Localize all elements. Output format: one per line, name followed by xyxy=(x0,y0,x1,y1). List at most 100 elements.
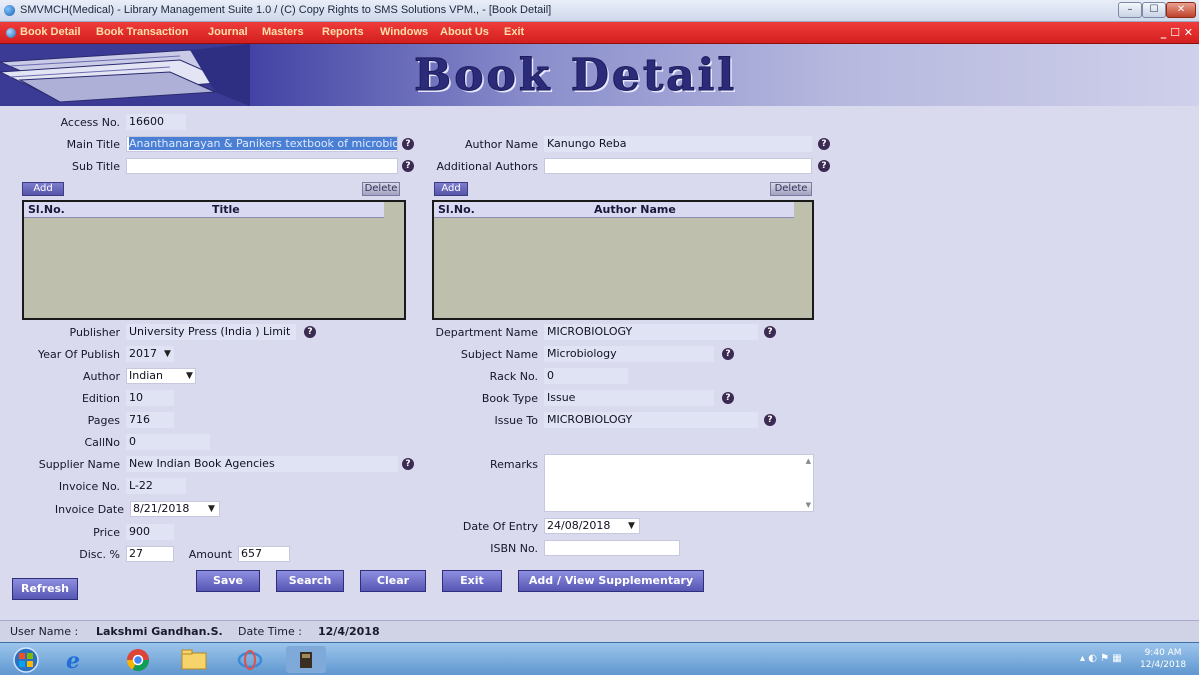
additional-authors-label: Additional Authors xyxy=(436,160,538,173)
window-title-bar: SMVMCH(Medical) - Library Management Sui… xyxy=(0,0,1199,22)
remarks-textarea[interactable]: ▲ ▼ xyxy=(544,454,814,512)
access-no-field[interactable]: 16600 xyxy=(126,114,186,130)
start-button-icon[interactable] xyxy=(6,646,46,673)
scroll-down-icon[interactable]: ▼ xyxy=(806,501,811,509)
refresh-button[interactable]: Refresh xyxy=(12,578,78,600)
date-of-entry-label: Date Of Entry xyxy=(462,520,538,533)
edition-label: Edition xyxy=(81,392,120,405)
network-app-icon[interactable] xyxy=(230,646,270,673)
amount-field[interactable]: 657 xyxy=(238,546,290,562)
invoice-date-picker[interactable]: 8/21/2018 xyxy=(130,501,220,517)
tray-clock[interactable]: 9:40 AM 12/4/2018 xyxy=(1140,647,1186,671)
system-tray-icons[interactable]: ▴ ◐ ⚑ ▦ xyxy=(1080,653,1122,664)
issue-to-help-icon[interactable]: ? xyxy=(764,414,776,426)
supplier-name-field[interactable]: New Indian Book Agencies xyxy=(126,456,398,472)
title-delete-button[interactable]: Delete xyxy=(362,182,400,196)
menu-book-detail[interactable]: Book Detail xyxy=(20,26,81,38)
call-no-field[interactable]: 0 xyxy=(126,434,210,450)
search-button[interactable]: Search xyxy=(276,570,344,592)
main-title-label: Main Title xyxy=(66,138,120,151)
rack-no-label: Rack No. xyxy=(489,370,538,383)
title-grid[interactable]: Sl.No. Title xyxy=(22,200,406,320)
disc-field[interactable]: 27 xyxy=(126,546,174,562)
title-grid-header: Sl.No. Title xyxy=(24,202,384,218)
menu-journal[interactable]: Journal xyxy=(208,26,248,38)
author-add-button[interactable]: Add xyxy=(434,182,468,196)
internet-explorer-icon[interactable]: e xyxy=(54,646,94,673)
year-of-publish-label: Year Of Publish xyxy=(37,348,120,361)
menu-windows[interactable]: Windows xyxy=(380,26,428,38)
isbn-no-label: ISBN No. xyxy=(490,542,538,555)
supplier-name-label: Supplier Name xyxy=(38,458,120,471)
department-name-label: Department Name xyxy=(435,326,538,339)
mdi-window-controls[interactable]: _ ☐ ✕ xyxy=(1161,26,1193,39)
sub-title-label: Sub Title xyxy=(71,160,120,173)
supplier-name-help-icon[interactable]: ? xyxy=(402,458,414,470)
date-time-value: 12/4/2018 xyxy=(318,625,380,638)
amount-label: Amount xyxy=(188,548,232,561)
menu-book-transaction[interactable]: Book Transaction xyxy=(96,26,188,38)
author-name-help-icon[interactable]: ? xyxy=(818,138,830,150)
issue-to-field[interactable]: MICROBIOLOGY xyxy=(544,412,758,428)
add-view-supplementary-button[interactable]: Add / View Supplementary xyxy=(518,570,704,592)
author-delete-button[interactable]: Delete xyxy=(770,182,812,196)
author-grid[interactable]: Sl.No. Author Name xyxy=(432,200,814,320)
rack-no-field[interactable]: 0 xyxy=(544,368,628,384)
close-button[interactable]: ✕ xyxy=(1166,2,1196,18)
chevron-down-icon[interactable]: ▼ xyxy=(186,371,193,381)
maximize-button[interactable]: ☐ xyxy=(1142,2,1166,18)
remarks-label: Remarks xyxy=(490,458,538,471)
author-grid-col-slno: Sl.No. xyxy=(438,203,475,216)
book-type-label: Book Type xyxy=(481,392,538,405)
invoice-no-field[interactable]: L-22 xyxy=(126,478,186,494)
subject-help-icon[interactable]: ? xyxy=(722,348,734,360)
publisher-label: Publisher xyxy=(69,326,121,339)
title-add-button[interactable]: Add xyxy=(22,182,64,196)
publisher-help-icon[interactable]: ? xyxy=(304,326,316,338)
access-no-label: Access No. xyxy=(60,116,120,129)
book-type-help-icon[interactable]: ? xyxy=(722,392,734,404)
save-button[interactable]: Save xyxy=(196,570,260,592)
clear-button[interactable]: Clear xyxy=(360,570,426,592)
chevron-down-icon[interactable]: ▼ xyxy=(164,349,171,359)
additional-authors-help-icon[interactable]: ? xyxy=(818,160,830,172)
sub-title-help-icon[interactable]: ? xyxy=(402,160,414,172)
user-name-label: User Name : xyxy=(10,625,79,638)
menu-masters[interactable]: Masters xyxy=(262,26,304,38)
window-title: SMVMCH(Medical) - Library Management Sui… xyxy=(20,4,552,16)
book-type-field[interactable]: Issue xyxy=(544,390,714,406)
book-detail-form: Access No. 16600 Main Title Ananthanaray… xyxy=(0,106,1199,620)
department-help-icon[interactable]: ? xyxy=(764,326,776,338)
department-name-field[interactable]: MICROBIOLOGY xyxy=(544,324,758,340)
edition-field[interactable]: 10 xyxy=(126,390,174,406)
menu-exit[interactable]: Exit xyxy=(504,26,524,38)
main-title-field[interactable]: Ananthanarayan & Panikers textbook of mi… xyxy=(126,136,398,152)
menu-reports[interactable]: Reports xyxy=(322,26,364,38)
main-title-help-icon[interactable]: ? xyxy=(402,138,414,150)
isbn-no-field[interactable] xyxy=(544,540,680,556)
file-explorer-icon[interactable] xyxy=(174,646,214,673)
author-grid-header: Sl.No. Author Name xyxy=(434,202,794,218)
exit-button[interactable]: Exit xyxy=(442,570,502,592)
scroll-up-icon[interactable]: ▲ xyxy=(806,457,811,465)
chevron-down-icon[interactable]: ▼ xyxy=(628,521,635,531)
subject-name-field[interactable]: Microbiology xyxy=(544,346,714,362)
title-grid-col-title: Title xyxy=(212,203,240,216)
chrome-icon[interactable] xyxy=(118,646,158,673)
minimize-button[interactable]: – xyxy=(1118,2,1142,18)
additional-authors-field[interactable] xyxy=(544,158,812,174)
subject-name-label: Subject Name xyxy=(460,348,538,361)
author-name-field[interactable]: Kanungo Reba xyxy=(544,136,812,152)
chevron-down-icon[interactable]: ▼ xyxy=(208,504,215,514)
svg-text:e: e xyxy=(66,648,80,673)
library-app-icon[interactable] xyxy=(286,646,326,673)
price-field[interactable]: 900 xyxy=(126,524,174,540)
pages-field[interactable]: 716 xyxy=(126,412,174,428)
invoice-no-label: Invoice No. xyxy=(58,480,120,493)
date-of-entry-picker[interactable]: 24/08/2018 xyxy=(544,518,640,534)
sub-title-field[interactable] xyxy=(126,158,398,174)
menu-about-us[interactable]: About Us xyxy=(440,26,489,38)
publisher-field[interactable]: University Press (India ) Limit xyxy=(126,324,296,340)
user-name-value: Lakshmi Gandhan.S. xyxy=(96,625,223,638)
author-grid-col-author: Author Name xyxy=(594,203,676,216)
